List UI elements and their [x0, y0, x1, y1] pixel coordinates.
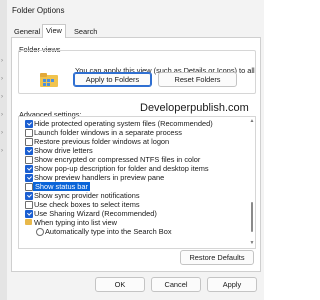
background-window-strip: › › › › › ›	[0, 0, 7, 300]
chevron-right-icon: ›	[1, 148, 3, 154]
apply-to-folders-button[interactable]: Apply to Folders	[73, 72, 152, 87]
chevron-right-icon: ›	[1, 76, 3, 82]
tab-view[interactable]: View	[42, 24, 66, 38]
chevron-right-icon: ›	[1, 94, 3, 100]
checkbox-unchecked[interactable]	[25, 201, 33, 209]
chevron-right-icon: ›	[1, 58, 3, 64]
radio-button[interactable]	[36, 228, 44, 236]
title-bar[interactable]: Folder Options	[7, 0, 264, 20]
scroll-up-arrow-icon[interactable]: ▲	[249, 118, 255, 124]
tab-general[interactable]: General	[11, 26, 43, 37]
checkbox-checked[interactable]	[25, 210, 33, 218]
checkbox-checked[interactable]	[25, 174, 33, 182]
checkbox-unchecked[interactable]	[25, 138, 33, 146]
restore-defaults-button[interactable]: Restore Defaults	[180, 250, 254, 265]
ok-button[interactable]: OK	[95, 277, 145, 292]
scrollbar-thumb[interactable]	[251, 202, 253, 232]
scroll-down-arrow-icon[interactable]: ▼	[249, 240, 255, 246]
tab-search[interactable]: Search	[71, 26, 100, 37]
cancel-button[interactable]: Cancel	[151, 277, 201, 292]
chevron-right-icon: ›	[1, 112, 3, 118]
checkbox-checked[interactable]	[25, 120, 33, 128]
advanced-settings-tree[interactable]: Hide protected operating system files (R…	[18, 116, 256, 249]
chevron-right-icon: ›	[1, 130, 3, 136]
folder-views-icon	[40, 73, 58, 87]
apply-button[interactable]: Apply	[207, 277, 257, 292]
checkbox-unchecked[interactable]	[25, 129, 33, 137]
folder-icon	[25, 219, 32, 225]
folder-options-dialog: Folder Options General View Search Folde…	[7, 0, 264, 300]
tree-scrollbar[interactable]: ▲ ▼	[249, 117, 255, 248]
reset-folders-button[interactable]: Reset Folders	[158, 72, 237, 87]
checkbox-checked[interactable]	[25, 147, 33, 155]
view-tab-panel: Folder views You can apply this view (su…	[11, 37, 261, 272]
window-title: Folder Options	[12, 6, 65, 15]
checkbox-checked[interactable]	[25, 192, 33, 200]
watermark-text: Developerpublish.com	[140, 102, 249, 114]
checkbox-unchecked[interactable]	[25, 183, 33, 191]
checkbox-unchecked[interactable]	[25, 156, 33, 164]
checkbox-checked[interactable]	[25, 165, 33, 173]
